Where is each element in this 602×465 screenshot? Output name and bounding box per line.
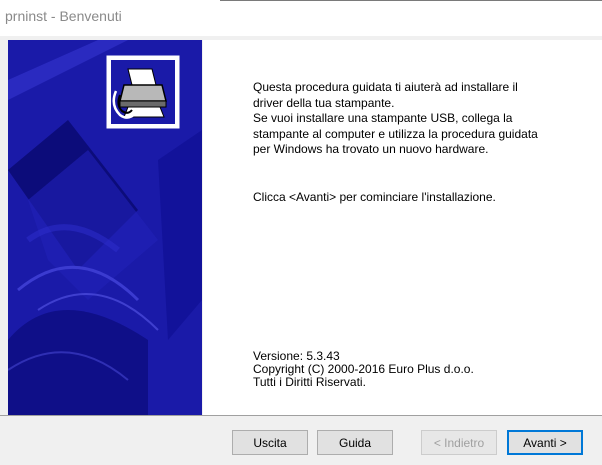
footer-divider <box>0 415 602 416</box>
version-info: Versione: 5.3.43 Copyright (C) 2000-2016… <box>253 350 474 389</box>
window-title: prninst - Benvenuti <box>5 8 122 24</box>
wizard-content: Questa procedura guidata ti aiuterà ad i… <box>203 40 602 415</box>
title-bar: prninst - Benvenuti <box>0 0 602 36</box>
welcome-text: Questa procedura guidata ti aiuterà ad i… <box>253 80 593 158</box>
welcome-line: per Windows ha trovato un nuovo hardware… <box>253 142 489 156</box>
wizard-banner <box>8 40 202 415</box>
title-divider <box>220 0 602 1</box>
welcome-line: stampante al computer e utilizza la proc… <box>253 126 538 141</box>
exit-button[interactable]: Uscita <box>232 430 308 455</box>
welcome-line: driver della tua stampante. <box>253 95 395 110</box>
printer-setup-icon <box>106 55 180 129</box>
welcome-line: Se vuoi installare una stampante USB, co… <box>253 111 513 125</box>
next-button[interactable]: Avanti > <box>507 430 583 455</box>
welcome-line: Questa procedura guidata ti aiuterà ad i… <box>253 80 518 94</box>
button-bar: Uscita Guida < Indietro Avanti > <box>0 415 602 465</box>
back-button[interactable]: < Indietro <box>421 430 497 455</box>
help-button[interactable]: Guida <box>317 430 393 455</box>
rights-label: Tutti i Diritti Riservati. <box>253 375 366 389</box>
click-prompt: Clicca <Avanti> per cominciare l'install… <box>253 190 496 204</box>
